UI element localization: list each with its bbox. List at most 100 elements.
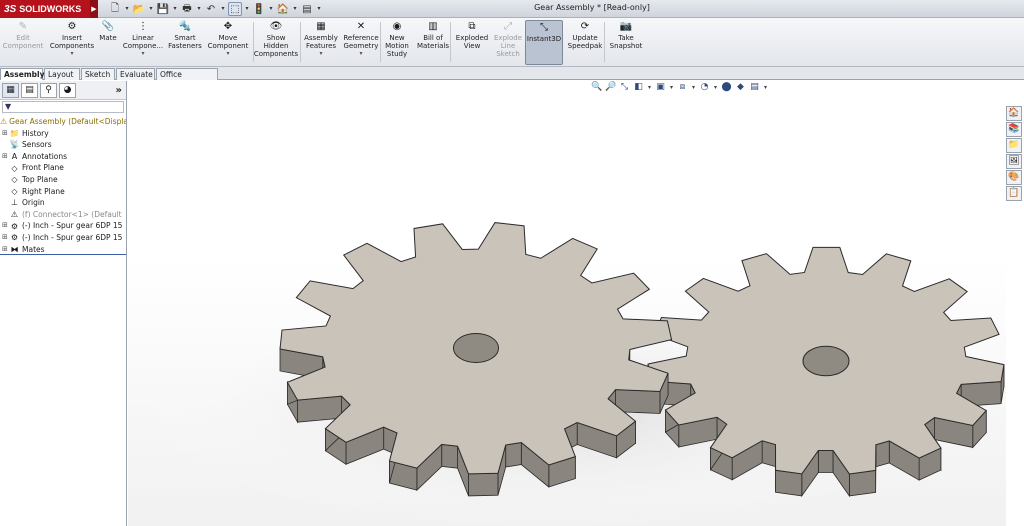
smart-fasteners-icon: 🔩: [178, 21, 192, 32]
reference-geometry-icon: ✕: [356, 21, 366, 32]
tree-item[interactable]: ⊞ ⚙ (-) Inch - Spur gear 6DP 15: [0, 232, 126, 244]
edit-component-button[interactable]: ✎ Edit Component: [2, 20, 44, 65]
show-hidden-components-button[interactable]: 👁 Show Hidden Components: [253, 20, 299, 65]
edit-component-label: Edit Component: [2, 34, 44, 50]
mate-button[interactable]: 📎 Mate: [96, 20, 120, 65]
instant3d-button[interactable]: ⤡ Instant3D: [525, 20, 563, 65]
exploded-view-button[interactable]: ⧉ Exploded View: [453, 20, 491, 65]
tree-item[interactable]: ⊥ Origin: [0, 197, 126, 209]
tree-item-label: Annotations: [22, 151, 68, 161]
command-manager: ✎ Edit Component ⚙ Insert Components ▾ 📎 Mate ⋮…: [0, 18, 1024, 67]
title-bar: 3S SOLIDWORKS ▶ 🗋 ▾ 📂 ▾ 💾 ▾ 🖶 ▾ ↶ ▾ ⬚ ▾ 🚦 ▾ 🏠 ▾ ▤ ▾ Gear …: [0, 0, 1024, 18]
tree-item[interactable]: ⚠ (f) Connector<1> (Default: [0, 209, 126, 221]
chevron-down-icon[interactable]: ▾: [319, 50, 322, 58]
tree-item[interactable]: ◇ Top Plane: [0, 174, 126, 186]
reference-geometry-button[interactable]: ✕ Reference Geometry ▾: [341, 20, 381, 65]
tree-node-icon: A: [11, 152, 18, 162]
new-motion-study-button[interactable]: ◉ New Motion Study: [382, 20, 412, 65]
show-hidden-components-label: Show Hidden Components: [253, 34, 299, 58]
gear-tooth-side: [848, 469, 877, 497]
tab-evaluate[interactable]: Evaluate: [116, 68, 155, 80]
tree-item[interactable]: ⊞ ⚙ (-) Inch - Spur gear 6DP 15: [0, 220, 126, 232]
graphics-area[interactable]: 🔍 🔎 ⤡ ◧ ▾ ▣ ▾ ⧈ ▾ ◔ ▾ ⬤ ◆ ▤ ▾: [128, 81, 1006, 526]
tree-item[interactable]: ⊞ 📁 History: [0, 128, 126, 140]
tree-node-icon: ◇: [11, 186, 18, 196]
tree-item[interactable]: ◇ Right Plane: [0, 186, 126, 198]
gear-tooth-side: [875, 440, 890, 468]
feature-manager-panel: ▦ ▤ ⚲ ◕ » ▼ ⚠ Gear Assembly (Default<Disp…: [0, 81, 127, 526]
tree-item-label: Front Plane: [22, 163, 64, 173]
smart-fasteners-button[interactable]: 🔩 Smart Fasteners: [167, 20, 203, 65]
linear-component-label: Linear Compone...: [122, 34, 164, 50]
bill-of-materials-icon: ▥: [428, 21, 438, 32]
tab-sketch[interactable]: Sketch: [81, 68, 115, 80]
gear-assembly-viewport[interactable]: [128, 81, 1006, 526]
view-palette-icon[interactable]: 🖼: [1006, 154, 1022, 169]
assembly-features-icon: ▦: [316, 21, 326, 32]
explode-line-sketch-icon: ⤢: [504, 21, 512, 32]
gear-tooth-side: [505, 442, 522, 468]
display-manager-tab-icon[interactable]: ◕: [59, 82, 76, 98]
configuration-manager-tab-icon[interactable]: ⚲: [40, 82, 57, 98]
chevron-down-icon[interactable]: ▾: [359, 50, 362, 58]
chevron-down-icon[interactable]: ▾: [141, 50, 144, 58]
expand-toggle-icon[interactable]: ⊞: [2, 232, 9, 244]
tree-item[interactable]: 📡 Sensors: [0, 139, 126, 151]
instant3d-label: Instant3D: [526, 35, 562, 43]
take-snapshot-button[interactable]: 📷 Take Snapshot: [606, 20, 646, 65]
toolbar-separator: [253, 22, 254, 62]
linear-component-button[interactable]: ⋮ Linear Compone... ▾: [121, 20, 165, 65]
expand-toggle-icon[interactable]: ⊞: [2, 151, 9, 163]
bill-of-materials-button[interactable]: ▥ Bill of Materials: [415, 20, 451, 65]
feature-tree: ⚠Gear Assembly (Default<Display State-1>…: [0, 114, 126, 255]
tree-node-icon: ⧓: [10, 244, 19, 254]
design-library-icon[interactable]: 📚: [1006, 122, 1022, 137]
expand-toggle-icon[interactable]: ⊞: [2, 128, 9, 140]
show-hidden-components-icon: 👁: [269, 21, 283, 32]
assembly-features-button[interactable]: ▦ Assembly Features ▾: [302, 20, 340, 65]
tree-item[interactable]: ⊞ A Annotations: [0, 151, 126, 163]
explode-line-sketch-button[interactable]: ⤢ Explode Line Sketch: [491, 20, 525, 65]
window-title: Gear Assembly * [Read-only]: [534, 3, 650, 12]
tree-item[interactable]: ◇ Front Plane: [0, 162, 126, 174]
chevron-down-icon[interactable]: ▾: [70, 50, 73, 58]
move-component-icon: ✥: [223, 21, 233, 32]
toolbar-separator: [604, 22, 605, 62]
panel-expand-icon[interactable]: »: [116, 85, 122, 96]
tree-node-icon: ◇: [11, 175, 18, 185]
tree-node-icon: ⊥: [11, 198, 18, 208]
solidworks-resources-icon[interactable]: 🏠: [1006, 106, 1022, 121]
tab-layout[interactable]: Layout: [44, 68, 80, 80]
bill-of-materials-label: Bill of Materials: [416, 34, 450, 50]
take-snapshot-icon: 📷: [619, 21, 633, 32]
filter-icon: ▼: [5, 102, 12, 111]
tree-item-label: Gear Assembly (Default<Display State-1>): [9, 117, 126, 126]
custom-properties-icon[interactable]: 📋: [1006, 186, 1022, 201]
gear-bore-hole: [452, 333, 500, 363]
tree-item[interactable]: ⚠Gear Assembly (Default<Display State-1>…: [0, 116, 126, 128]
spur-gear-left[interactable]: [279, 222, 673, 497]
tab-office-products[interactable]: Office Products: [156, 68, 218, 90]
chevron-down-icon[interactable]: ▾: [226, 50, 229, 58]
appearances-scenes-icon[interactable]: 🎨: [1006, 170, 1022, 185]
gear-bore-hole: [802, 345, 850, 377]
tree-item-label: (-) Inch - Spur gear 6DP 15: [22, 232, 123, 242]
update-speedpak-icon: ⟳: [580, 21, 590, 32]
move-component-button[interactable]: ✥ Move Component ▾: [205, 20, 251, 65]
tree-node-icon: ⚠: [0, 117, 8, 127]
feature-tree-tab-icon[interactable]: ▦: [2, 82, 19, 98]
tree-filter-input[interactable]: ▼: [2, 101, 124, 113]
tree-node-icon: ⚙: [10, 233, 19, 243]
insert-components-button[interactable]: ⚙ Insert Components ▾: [46, 20, 98, 65]
exploded-view-label: Exploded View: [455, 34, 489, 50]
gear-tooth-side: [441, 443, 458, 469]
update-speedpak-button[interactable]: ⟳ Update Speedpak: [566, 20, 604, 65]
task-pane-tabs: 🏠 📚 📁 🖼 🎨 📋: [1006, 106, 1023, 202]
gear-tooth-side: [468, 472, 499, 497]
file-explorer-icon[interactable]: 📁: [1006, 138, 1022, 153]
tab-assembly[interactable]: Assembly: [0, 68, 44, 80]
property-manager-tab-icon[interactable]: ▤: [21, 82, 38, 98]
expand-toggle-icon[interactable]: ⊞: [2, 220, 9, 232]
move-component-label: Move Component: [207, 34, 249, 50]
tree-item-label: History: [22, 128, 49, 138]
